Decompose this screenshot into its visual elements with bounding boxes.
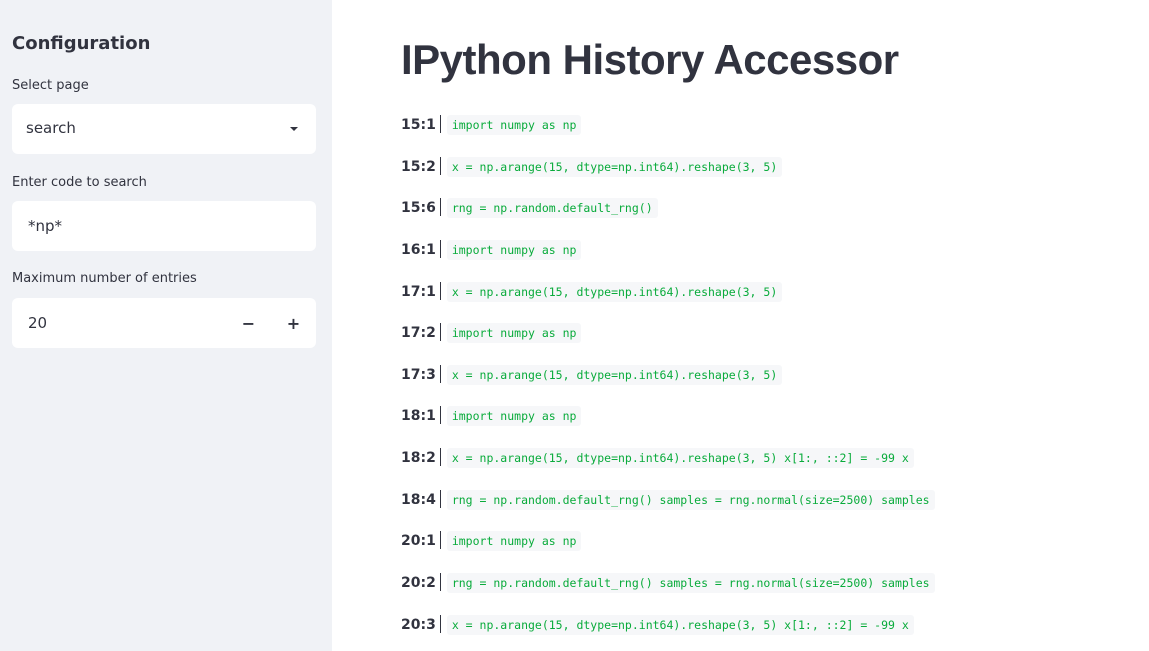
history-row-id: 16:1 — [401, 239, 441, 258]
history-row-id: 17:1 — [401, 281, 441, 300]
history-row-code: rng = np.random.default_rng() samples = … — [446, 573, 935, 594]
page-select-label: Select page — [12, 78, 89, 93]
history-row-id: 15:2 — [401, 156, 441, 175]
history-row-code: import numpy as np — [446, 531, 582, 552]
history-row: 20:3 x = np.arange(15, dtype=np.int64).re… — [401, 614, 935, 651]
history-row-id: 18:4 — [401, 489, 441, 508]
history-row-code: x = np.arange(15, dtype=np.int64).reshap… — [446, 281, 783, 302]
page-select-value: search — [26, 119, 76, 137]
history-row: 15:2 x = np.arange(15, dtype=np.int64).re… — [401, 156, 935, 198]
history-row-id: 15:1 — [401, 115, 441, 133]
history-row: 18:1 import numpy as np — [401, 405, 935, 447]
history-row: 17:1 x = np.arange(15, dtype=np.int64).re… — [401, 281, 935, 323]
history-row-id: 18:2 — [401, 448, 441, 467]
history-row: 18:4 rng = np.random.default_rng() sample… — [401, 489, 935, 531]
history-list: 15:1 import numpy as np 15:2 x = np.arange(… — [401, 114, 935, 651]
decrement-button[interactable]: − — [226, 298, 271, 348]
history-row-code: rng = np.random.default_rng() samples = … — [446, 489, 935, 510]
sidebar-title: Configuration — [12, 33, 151, 54]
history-row-code: import numpy as np — [446, 406, 582, 427]
sidebar: Configuration Select page search Enter c… — [0, 0, 332, 651]
max-entries-label: Maximum number of entries — [12, 271, 197, 286]
history-row-id: 17:2 — [401, 323, 441, 342]
history-row-id: 15:6 — [401, 198, 441, 217]
history-row: 16:1 import numpy as np — [401, 239, 935, 281]
history-row-id: 17:3 — [401, 364, 441, 383]
history-row-id: 20:1 — [401, 531, 441, 550]
history-row-id: 20:3 — [401, 614, 441, 633]
history-row: 20:1 import numpy as np — [401, 530, 935, 572]
history-row-code: x = np.arange(15, dtype=np.int64).reshap… — [446, 614, 914, 635]
history-row: 18:2 x = np.arange(15, dtype=np.int64).re… — [401, 447, 935, 489]
history-row: 20:2 rng = np.random.default_rng() sample… — [401, 572, 935, 614]
app: Configuration Select page search Enter c… — [0, 0, 1149, 651]
page-title: IPython History Accessor — [401, 36, 899, 83]
history-row: 15:6 rng = np.random.default_rng() — [401, 197, 935, 239]
history-row-code: rng = np.random.default_rng() — [446, 198, 658, 219]
page-select[interactable]: search — [12, 104, 316, 154]
main-content: IPython History Accessor 15:1 import nump… — [332, 0, 1149, 651]
search-field — [12, 201, 316, 251]
history-row-code: x = np.arange(15, dtype=np.int64).reshap… — [446, 156, 783, 177]
history-row: 17:3 x = np.arange(15, dtype=np.int64).re… — [401, 364, 935, 406]
search-label: Enter code to search — [12, 175, 147, 190]
max-entries-input[interactable] — [12, 298, 226, 348]
history-row-code: x = np.arange(15, dtype=np.int64).reshap… — [446, 448, 914, 469]
history-row-id: 20:2 — [401, 573, 441, 592]
increment-button[interactable]: + — [271, 298, 316, 348]
history-row-code: import numpy as np — [446, 323, 582, 344]
max-entries-field: − + — [12, 298, 316, 348]
search-input[interactable] — [12, 201, 316, 251]
history-row-code: import numpy as np — [446, 239, 582, 260]
history-row-id: 18:1 — [401, 406, 441, 425]
history-row: 15:1 import numpy as np — [401, 114, 935, 156]
history-row-code: import numpy as np — [446, 115, 582, 135]
history-row: 17:2 import numpy as np — [401, 322, 935, 364]
history-row-code: x = np.arange(15, dtype=np.int64).reshap… — [446, 364, 783, 385]
chevron-down-icon — [290, 127, 298, 131]
